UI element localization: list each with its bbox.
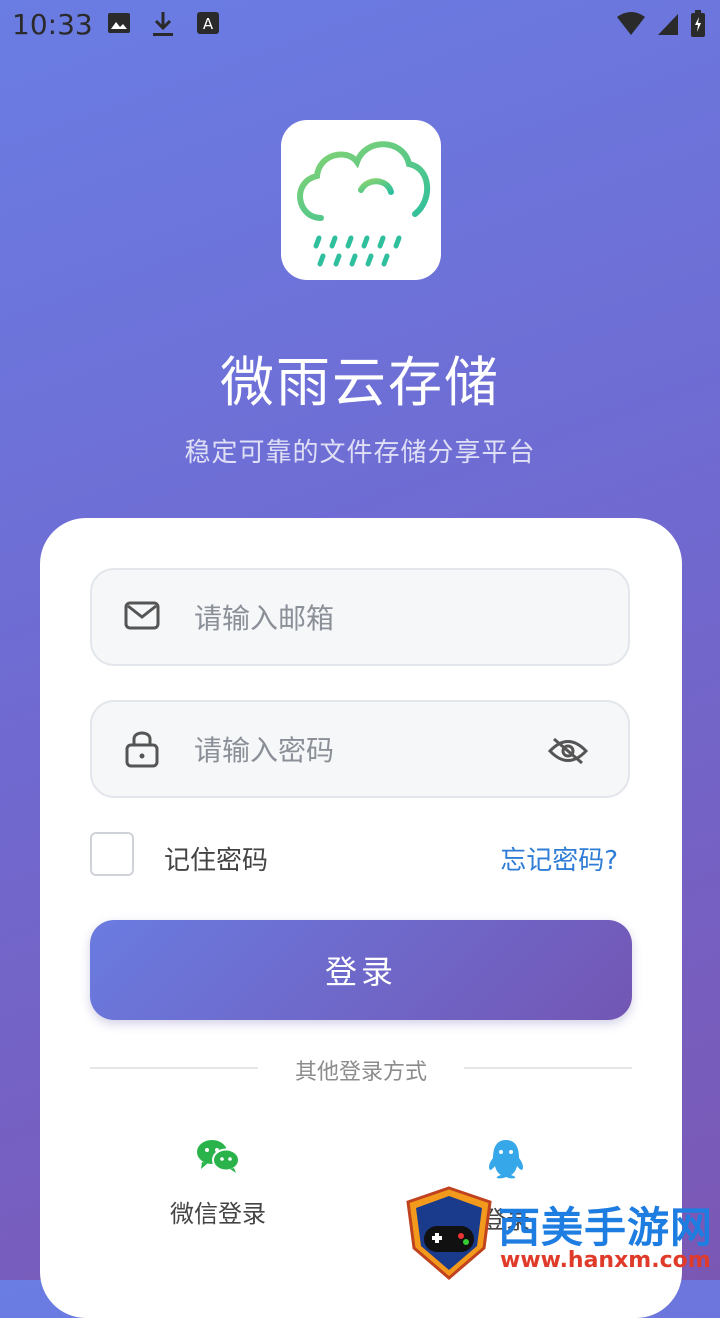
image-icon	[106, 10, 132, 40]
login-button[interactable]: 登录	[90, 920, 632, 1020]
qq-icon	[426, 1138, 586, 1184]
password-field[interactable]	[90, 700, 630, 798]
lock-icon	[124, 728, 160, 772]
status-time: 10:33	[12, 8, 93, 41]
app-title: 微雨云存储	[220, 351, 500, 414]
mail-icon	[124, 600, 160, 636]
gamepad-shield-icon	[404, 1186, 494, 1284]
eye-off-icon[interactable]	[547, 736, 589, 770]
download-icon	[150, 10, 176, 42]
forgot-password-link[interactable]: 忘记密码?	[500, 840, 618, 877]
watermark: 西美手游网 www.hanxm.com	[400, 1186, 720, 1280]
rain-cloud-icon	[297, 141, 431, 267]
signal-icon	[656, 11, 680, 41]
status-bar: 10:33 A	[0, 0, 720, 50]
remember-label: 记住密码	[164, 846, 269, 876]
watermark-url: www.hanxm.com	[500, 1248, 711, 1273]
app-subtitle: 稳定可靠的文件存储分享平台	[184, 438, 536, 468]
a-badge-icon: A	[196, 10, 220, 40]
divider-text: 其他登录方式	[294, 1060, 427, 1085]
watermark-text: 西美手游网	[498, 1203, 714, 1252]
wechat-login-button[interactable]: 微信登录	[138, 1138, 298, 1229]
wechat-login-label: 微信登录	[170, 1200, 266, 1228]
email-field[interactable]	[90, 568, 630, 666]
wechat-icon	[138, 1138, 298, 1178]
divider-right	[464, 1067, 632, 1069]
password-input[interactable]	[192, 724, 536, 776]
wifi-icon	[616, 11, 646, 41]
battery-icon	[690, 10, 706, 42]
svg-text:A: A	[203, 15, 214, 33]
app-logo	[281, 120, 441, 280]
remember-checkbox[interactable]	[90, 832, 134, 876]
email-input[interactable]	[192, 592, 536, 644]
